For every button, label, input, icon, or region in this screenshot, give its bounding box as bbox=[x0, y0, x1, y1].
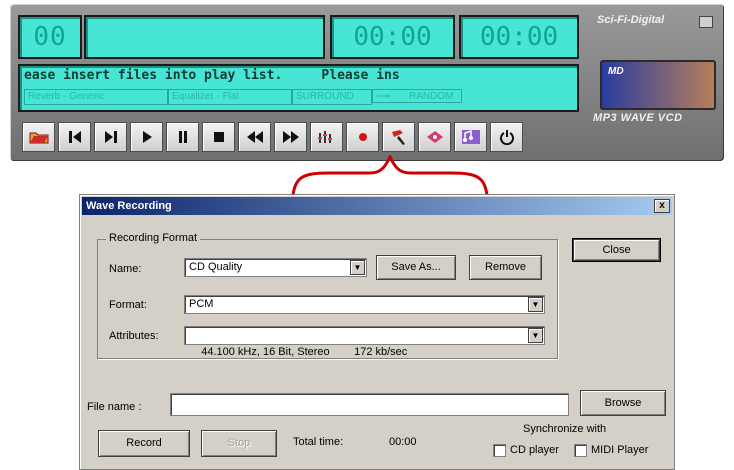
player-toolbar bbox=[22, 122, 523, 152]
format-select-value: PCM bbox=[189, 298, 214, 310]
name-select[interactable]: CD Quality ▼ bbox=[184, 258, 367, 277]
name-label: Name: bbox=[109, 263, 142, 275]
reverb-mode-button[interactable]: Reverb - Generic bbox=[24, 89, 168, 105]
previous-button[interactable] bbox=[58, 122, 91, 152]
rewind-button[interactable] bbox=[238, 122, 271, 152]
brand-name: Sci-Fi-Digital bbox=[597, 14, 665, 26]
stop-button[interactable] bbox=[202, 122, 235, 152]
playlist-button[interactable] bbox=[454, 122, 487, 152]
format-select[interactable]: PCM ▼ bbox=[184, 295, 545, 314]
arrow-right-icon: ⟶ bbox=[376, 91, 391, 102]
equalizer-button[interactable] bbox=[310, 122, 343, 152]
midi-player-label: MIDI Player bbox=[591, 444, 649, 456]
record-icon bbox=[358, 133, 367, 141]
pause-button[interactable] bbox=[166, 122, 199, 152]
file-name-input[interactable] bbox=[170, 393, 569, 416]
play-icon bbox=[142, 131, 152, 143]
fast-forward-icon bbox=[282, 131, 299, 143]
remaining-time-display: 00:00 bbox=[459, 15, 579, 59]
total-time-value: 00:00 bbox=[389, 436, 417, 448]
disc-button[interactable] bbox=[418, 122, 451, 152]
attributes-label: Attributes: bbox=[109, 330, 159, 342]
attributes-select[interactable]: 44.100 kHz, 16 Bit, Stereo 172 kb/sec ▼ bbox=[184, 326, 545, 358]
remove-button[interactable]: Remove bbox=[469, 255, 542, 280]
file-name-label: File name : bbox=[87, 401, 142, 413]
wave-recording-dialog: Wave Recording x Recording Format Name: … bbox=[79, 194, 675, 470]
dialog-title: Wave Recording bbox=[86, 200, 172, 212]
media-player-window: 00 00:00 00:00 ease insert files into pl… bbox=[10, 4, 724, 161]
track-title-display bbox=[84, 15, 325, 59]
close-button[interactable]: Close bbox=[573, 239, 660, 261]
playlist-icon bbox=[461, 129, 480, 144]
chevron-down-icon: ▼ bbox=[528, 328, 543, 343]
pause-icon bbox=[178, 131, 187, 143]
random-button[interactable]: ⟶ RANDOM bbox=[372, 89, 462, 103]
dialog-titlebar: Wave Recording x bbox=[82, 197, 672, 215]
cd-player-checkbox[interactable] bbox=[493, 444, 506, 457]
open-button[interactable] bbox=[22, 122, 55, 152]
tools-icon bbox=[391, 130, 405, 145]
message-display: ease insert files into play list. Please… bbox=[18, 64, 579, 112]
dialog-close-x-button[interactable]: x bbox=[654, 199, 670, 213]
name-select-value: CD Quality bbox=[189, 261, 243, 273]
scrolling-message: ease insert files into play list. Please… bbox=[24, 68, 400, 83]
random-label: RANDOM bbox=[409, 91, 454, 102]
power-icon bbox=[499, 130, 514, 145]
brand-panel: Sci-Fi-Digital MD MP3 WAVE VCD bbox=[585, 8, 719, 153]
attributes-select-value: 44.100 kHz, 16 Bit, Stereo 172 kb/sec bbox=[201, 346, 408, 358]
record-button[interactable]: Record bbox=[98, 430, 190, 457]
open-folder-icon bbox=[29, 132, 48, 144]
surround-button[interactable]: SURROUND bbox=[292, 89, 372, 105]
previous-track-icon bbox=[68, 131, 81, 143]
play-button[interactable] bbox=[130, 122, 163, 152]
logo-text: MD bbox=[608, 66, 624, 77]
equalizer-mode-button[interactable]: Equalizer - Flat bbox=[168, 89, 292, 105]
track-number-display: 00 bbox=[18, 15, 82, 59]
midi-player-checkbox[interactable] bbox=[574, 444, 587, 457]
next-track-icon bbox=[104, 131, 117, 143]
stop-button[interactable]: Stop bbox=[201, 430, 277, 457]
cd-player-label: CD player bbox=[510, 444, 559, 456]
chevron-down-icon: ▼ bbox=[350, 260, 365, 275]
power-button[interactable] bbox=[490, 122, 523, 152]
logo: MD bbox=[600, 60, 716, 110]
total-time-label: Total time: bbox=[293, 436, 344, 448]
record-button[interactable] bbox=[346, 122, 379, 152]
next-button[interactable] bbox=[94, 122, 127, 152]
recording-format-label: Recording Format bbox=[106, 232, 201, 244]
stop-icon bbox=[213, 132, 224, 142]
tools-button[interactable] bbox=[382, 122, 415, 152]
synchronize-label: Synchronize with bbox=[523, 423, 607, 435]
equalizer-icon bbox=[317, 131, 332, 143]
supported-formats-label: MP3 WAVE VCD bbox=[593, 112, 683, 124]
chevron-down-icon: ▼ bbox=[528, 297, 543, 312]
rewind-icon bbox=[246, 131, 263, 143]
minimize-button[interactable] bbox=[699, 16, 713, 28]
elapsed-time-display: 00:00 bbox=[330, 15, 455, 59]
format-label: Format: bbox=[109, 299, 147, 311]
save-as-button[interactable]: Save As... bbox=[376, 255, 456, 280]
disc-icon bbox=[426, 131, 443, 143]
fast-forward-button[interactable] bbox=[274, 122, 307, 152]
browse-button[interactable]: Browse bbox=[580, 390, 666, 416]
